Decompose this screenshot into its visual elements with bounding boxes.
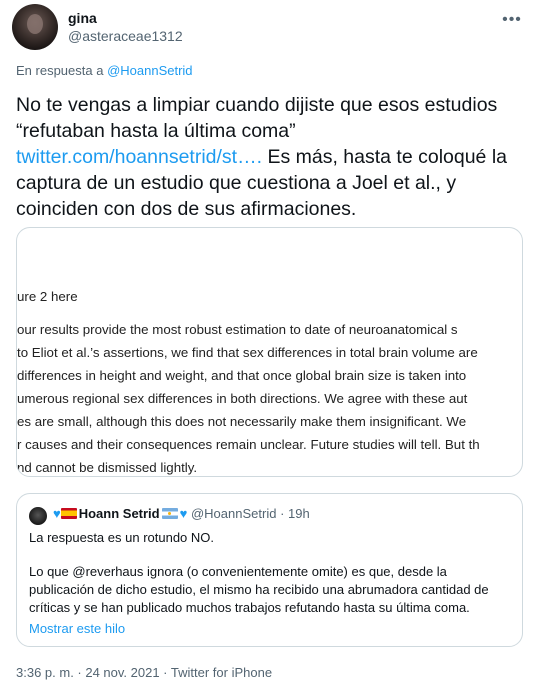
excerpt-line: differences in height and weight, and th… (17, 368, 467, 383)
author-avatar[interactable] (12, 4, 58, 50)
show-thread-link[interactable]: Mostrar este hilo (29, 621, 125, 636)
more-horizontal-icon[interactable]: ••• (502, 10, 522, 30)
excerpt-line: our results provide the most robust esti… (17, 322, 458, 337)
quoted-author-avatar[interactable] (29, 507, 47, 525)
excerpt-line: es are small, although this does not nec… (17, 414, 467, 429)
quoted-tweet[interactable]: ♥ Hoann Setrid ♥ @HoannSetrid · 19h La res… (16, 493, 523, 647)
blue-heart-icon: ♥ (179, 506, 188, 521)
tweet-header: gina @asteraceae1312 ••• (12, 4, 526, 50)
tweet-text-part1: No te vengas a limpiar cuando dijiste qu… (16, 94, 498, 142)
author-handle[interactable]: @asteraceae1312 (68, 28, 183, 44)
blue-heart-icon: ♥ (53, 506, 61, 521)
figure-reference: ure 2 here (17, 289, 78, 304)
argentina-flag-icon (161, 508, 178, 519)
reply-to-link[interactable]: @HoannSetrid (107, 63, 192, 78)
spain-flag-icon (60, 508, 77, 519)
excerpt-line: nd cannot be dismissed lightly. (17, 460, 198, 475)
quoted-tweet-line: publicación de dicho estudio, el mismo h… (29, 582, 489, 597)
tweet-timestamp[interactable]: 3:36 p. m. · 24 nov. 2021 · Twitter for … (16, 665, 272, 680)
tweet-link[interactable]: twitter.com/hoannsetrid/st…. (16, 146, 262, 168)
document-excerpt: ure 2 here our results provide the most … (17, 228, 522, 476)
separator-dot: · (280, 506, 285, 521)
tweet-image[interactable]: ure 2 here our results provide the most … (16, 227, 523, 477)
quoted-author-name[interactable]: Hoann Setrid (79, 506, 160, 521)
reply-prefix: En respuesta a (16, 63, 108, 78)
excerpt-line: to Eliot et al.’s assertions, we find th… (17, 345, 478, 360)
excerpt-line: r causes and their consequences remain u… (17, 437, 480, 452)
quoted-tweet-line: críticas y se han publicado muchos traba… (29, 600, 470, 615)
quoted-tweet-line: La respuesta es un rotundo NO. (29, 530, 215, 545)
quoted-tweet-time[interactable]: 19h (288, 506, 310, 521)
excerpt-line: umerous regional sex differences in both… (17, 391, 468, 406)
quoted-tweet-line: Lo que @reverhaus ignora (o convenientem… (29, 564, 447, 579)
author-name[interactable]: gina (68, 10, 97, 26)
quoted-author-handle[interactable]: @HoannSetrid (191, 506, 276, 521)
tweet-text: No te vengas a limpiar cuando dijiste qu… (16, 92, 526, 222)
reply-context: En respuesta a @HoannSetrid (16, 63, 193, 78)
quoted-tweet-header: ♥ Hoann Setrid ♥ @HoannSetrid · 19h (53, 506, 310, 521)
